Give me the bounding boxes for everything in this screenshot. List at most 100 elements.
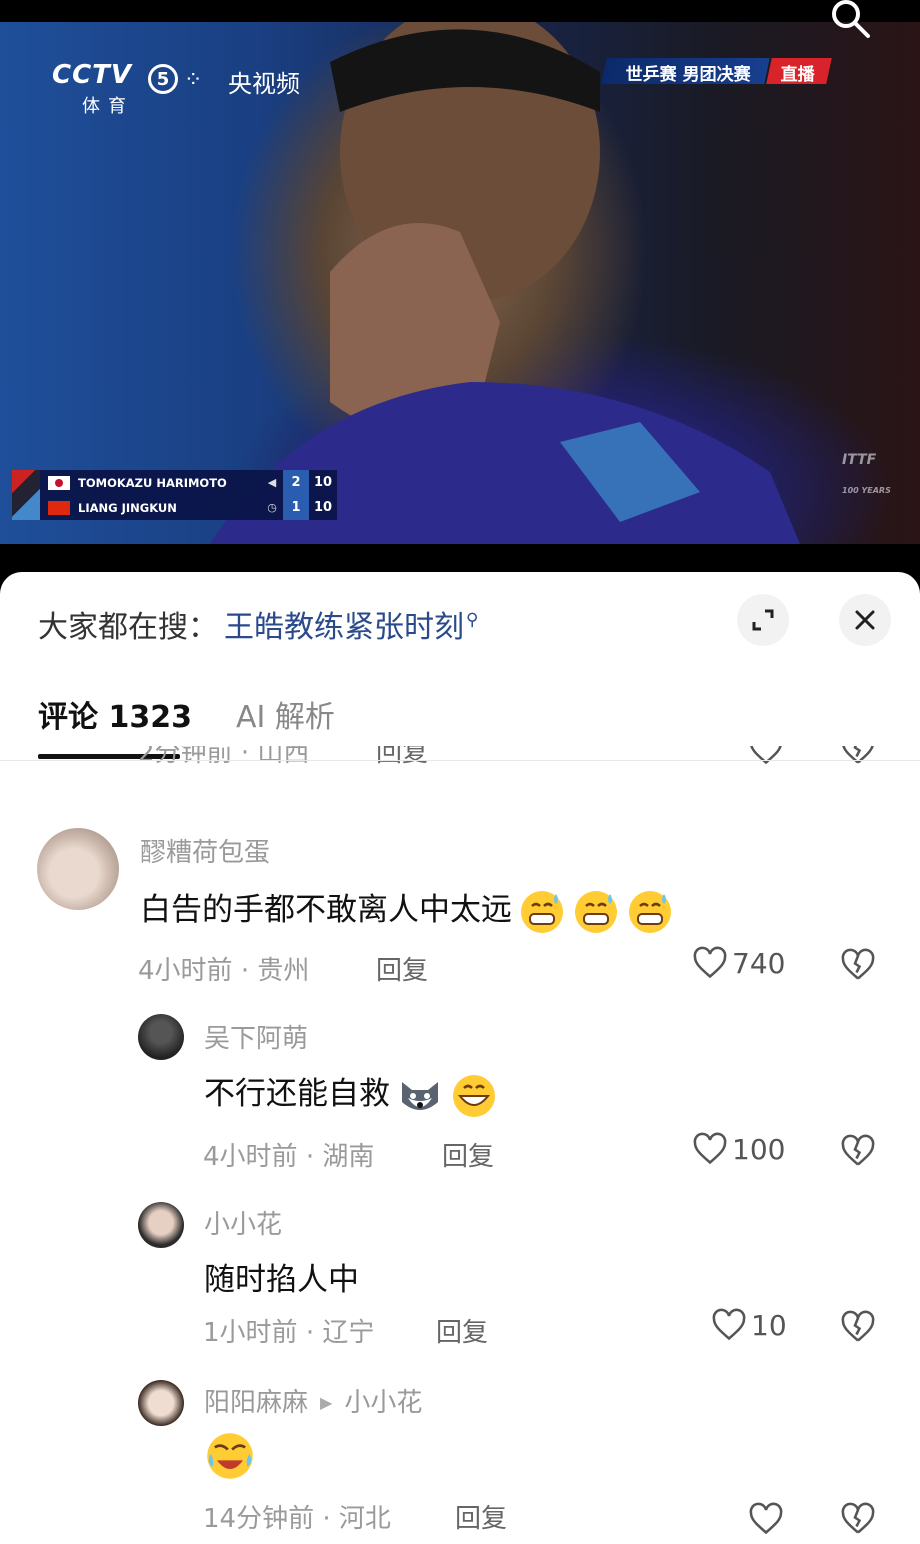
grin-emoji [453, 1074, 495, 1117]
search-icon[interactable] [822, 0, 876, 44]
comment-author[interactable]: 吴下阿萌 [204, 1018, 308, 1055]
reply-arrow-icon: ▶ [320, 1393, 333, 1412]
comment-time: 1小时前 [203, 1318, 298, 1348]
comment-location: 河北 [338, 1504, 391, 1534]
sweat-grin-emoji [521, 890, 563, 933]
watermark-sub: 100 YEARS [842, 486, 891, 495]
broken-heart-icon[interactable] [840, 1502, 876, 1536]
close-icon [855, 610, 875, 630]
broken-heart-icon[interactable] [840, 1310, 876, 1344]
heart-icon [693, 1132, 727, 1165]
heart-icon [712, 1308, 746, 1341]
comment-meta: 2分钟前 · 山西 [138, 746, 309, 769]
trending-search-query[interactable]: 王皓教练紧张时刻 [224, 602, 464, 646]
trending-search-label: 大家都在搜： [38, 610, 218, 645]
serve-indicator-icon: ◀ [267, 476, 277, 489]
avatar[interactable] [37, 828, 119, 910]
search-icon: ⚲ [466, 610, 479, 630]
heart-icon [693, 946, 727, 979]
comment-author[interactable]: 阳阳麻麻 [204, 1388, 308, 1418]
avatar[interactable] [138, 1202, 184, 1248]
app-name: 央视频 [228, 70, 300, 98]
broken-heart-icon[interactable] [840, 1134, 876, 1168]
scoreboard: TOMOKAZU HARIMOTO ◀ 2 10 LIANG JINGKUN ◷… [12, 470, 337, 520]
ittf-watermark: ITTF 100 YEARS [842, 452, 891, 495]
tab-ai-analysis[interactable]: AI 解析 [236, 692, 335, 736]
comment-time: 2分钟前 [138, 746, 233, 768]
games-won: 2 [283, 470, 309, 495]
tab-divider [0, 760, 920, 761]
sweat-grin-emoji [629, 890, 671, 933]
reply-header: 阳阳麻麻 ▶ 小小花 [204, 1382, 422, 1419]
live-label: 直播 [780, 65, 815, 85]
comment-meta-row: 2分钟前 · 山西 回复 [0, 746, 920, 786]
trending-search[interactable]: 大家都在搜： 王皓教练紧张时刻 ⚲ [38, 602, 479, 645]
like-button[interactable]: 100 [692, 1132, 785, 1166]
sweat-grin-emoji [575, 890, 617, 933]
rofl-emoji [207, 1433, 253, 1479]
points: 10 [313, 500, 333, 515]
channel-sub: 体育 [82, 96, 134, 117]
watermark-text: ITTF [842, 452, 877, 468]
comment-meta: 14分钟前 · 河北 [203, 1504, 391, 1534]
comment-location: 山西 [257, 746, 310, 768]
reply-to-user[interactable]: 小小花 [344, 1388, 422, 1418]
comment-meta: 4小时前 · 湖南 [203, 1142, 375, 1172]
broken-heart-icon[interactable] [840, 948, 876, 982]
comment-location: 湖南 [322, 1142, 375, 1172]
comment-author[interactable]: 小小花 [204, 1204, 282, 1241]
reply-button[interactable]: 回复 [436, 1312, 488, 1349]
games-won: 1 [283, 495, 309, 520]
reply-button[interactable]: 回复 [376, 746, 428, 769]
avatar[interactable] [138, 1014, 184, 1060]
comment-author[interactable]: 醪糟荷包蛋 [140, 832, 270, 869]
player-name: TOMOKAZU HARIMOTO [78, 475, 227, 490]
comment-time: 4小时前 [203, 1142, 298, 1172]
comment-time: 4小时前 [138, 956, 233, 986]
event-title: 世乒赛 男团决赛 [625, 65, 751, 85]
expand-button[interactable] [737, 594, 789, 646]
timer-icon: ◷ [267, 501, 277, 514]
comment-text: 不行还能自救 [204, 1068, 498, 1120]
like-button[interactable]: 10 [711, 1308, 787, 1342]
reply-button[interactable]: 回复 [376, 950, 428, 987]
heart-icon[interactable] [748, 1502, 784, 1536]
player-name: LIANG JINGKUN [78, 500, 177, 515]
comment-text: 白告的手都不敢离人中太远 [140, 884, 674, 936]
china-flag-icon [48, 500, 70, 515]
like-count: 740 [732, 946, 786, 980]
comment-sheet: 大家都在搜： 王皓教练紧张时刻 ⚲ 评论 1323 AI 解析 2分钟前 · 山… [0, 572, 920, 1544]
points: 10 [313, 475, 333, 490]
avatar[interactable] [138, 1380, 184, 1426]
comment-meta: 1小时前 · 辽宁 [203, 1318, 375, 1348]
reply-button[interactable]: 回复 [455, 1498, 507, 1535]
comment-text: 随时掐人中 [204, 1262, 359, 1298]
video-player[interactable]: CCTV 5 体育 ⁘ 央视频 世乒赛 男团决赛 直播 TOMOKAZU HAR… [0, 0, 920, 572]
comment-location: 贵州 [257, 956, 310, 986]
scoreboard-row-player1: TOMOKAZU HARIMOTO ◀ 2 10 [40, 470, 337, 495]
broken-heart-icon[interactable] [840, 746, 876, 766]
channel-logo: CCTV 5 体育 ⁘ 央视频 [52, 60, 312, 120]
comment-location: 辽宁 [322, 1318, 375, 1348]
like-count: 100 [732, 1132, 786, 1166]
heart-icon[interactable] [748, 746, 784, 766]
channel-brand: CCTV [52, 60, 133, 90]
like-button[interactable]: 740 [692, 946, 785, 980]
husky-emoji [402, 1081, 438, 1110]
reply-button[interactable]: 回复 [442, 1136, 494, 1173]
tab-comments[interactable]: 评论 1323 [38, 692, 192, 736]
close-button[interactable] [839, 594, 891, 646]
expand-icon [752, 609, 774, 631]
event-logo-icon [12, 470, 40, 520]
scoreboard-row-player2: LIANG JINGKUN ◷ 1 10 [40, 495, 337, 520]
channel-number: 5 [148, 64, 178, 94]
event-title-box: 世乒赛 男团决赛 [601, 58, 770, 85]
event-banner: 世乒赛 男团决赛 直播 [601, 58, 832, 85]
comment-time: 14分钟前 [203, 1504, 315, 1534]
comment-text [204, 1430, 256, 1490]
app-logo-icon: ⁘ [184, 68, 202, 93]
comment-meta: 4小时前 · 贵州 [138, 956, 310, 986]
japan-flag-icon [48, 475, 70, 490]
live-badge: 直播 [766, 58, 832, 85]
like-count: 10 [751, 1308, 787, 1342]
